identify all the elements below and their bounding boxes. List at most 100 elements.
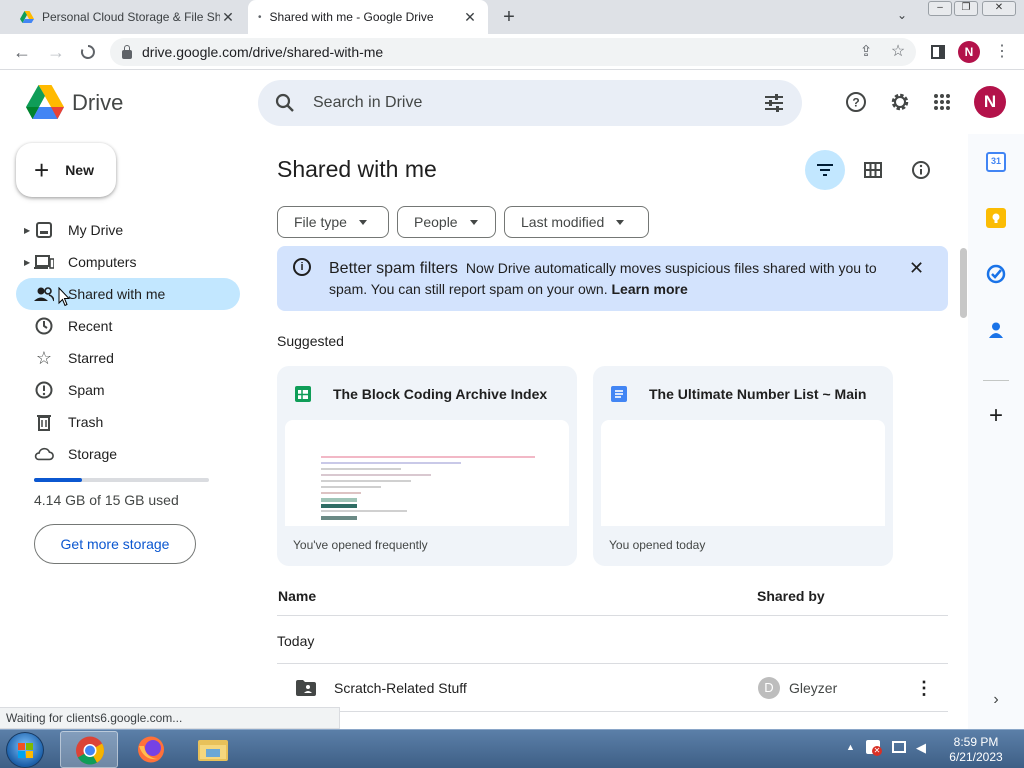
suggested-file-card[interactable]: The Block Coding Archive Index You've op…: [277, 366, 577, 566]
search-input[interactable]: Search in Drive: [313, 94, 422, 112]
filter-lines-icon: [817, 164, 833, 176]
tray-show-hidden-icon[interactable]: ▲: [846, 742, 855, 752]
new-button-label: New: [65, 162, 94, 178]
file-name: Scratch-Related Stuff: [334, 680, 467, 696]
loading-spinner-icon: [80, 45, 95, 59]
side-panel-glyph-icon: [931, 45, 945, 59]
sidebar-item-recent[interactable]: Recent: [16, 310, 240, 342]
sidebar-item-shared-with-me[interactable]: Shared with me: [16, 278, 240, 310]
chip-label: File type: [294, 214, 347, 230]
taskbar-firefox[interactable]: [122, 731, 180, 768]
calendar-icon[interactable]: 31: [986, 152, 1006, 172]
sidebar-item-spam[interactable]: Spam: [16, 374, 240, 406]
search-bar[interactable]: Search in Drive: [258, 80, 802, 126]
side-panel-divider: [983, 380, 1009, 381]
filter-view-button[interactable]: [805, 150, 845, 190]
sidebar-item-starred[interactable]: ☆ Starred: [16, 342, 240, 374]
account-avatar[interactable]: N: [974, 86, 1006, 118]
keep-icon[interactable]: [986, 208, 1006, 228]
action-center-flag-icon[interactable]: ✕: [866, 740, 882, 756]
drive-logo-icon[interactable]: [26, 85, 64, 119]
sidebar-item-label: Shared with me: [68, 286, 166, 302]
tasks-icon[interactable]: [986, 264, 1006, 284]
windows-taskbar: ▲ ✕ ◀: [0, 729, 1024, 768]
get-more-storage-button[interactable]: Get more storage: [34, 524, 196, 564]
taskbar-explorer[interactable]: [184, 731, 242, 768]
sidebar-item-my-drive[interactable]: ▶ My Drive: [16, 214, 240, 246]
browser-profile-avatar[interactable]: N: [958, 41, 980, 63]
more-actions-icon[interactable]: ⋮: [915, 678, 933, 699]
sidebar-item-label: Spam: [68, 382, 105, 398]
clock-time: 8:59 PM: [953, 735, 999, 749]
close-tab-icon[interactable]: ✕: [462, 9, 478, 26]
file-thumbnail: [285, 420, 569, 526]
scrollbar-thumb[interactable]: [960, 248, 967, 318]
name-column-header[interactable]: Name: [278, 588, 316, 604]
more-menu-icon[interactable]: ⋮: [990, 40, 1014, 64]
shared-folder-icon: [296, 680, 316, 696]
sidebar-item-label: Starred: [68, 350, 114, 366]
apps-grid-icon[interactable]: [928, 88, 956, 116]
page-title: Shared with me: [277, 156, 437, 182]
close-tab-icon[interactable]: ✕: [220, 9, 236, 26]
sidebar-item-storage[interactable]: Storage: [16, 438, 240, 470]
chevron-right-icon[interactable]: ›: [986, 690, 1006, 710]
chip-label: People: [414, 214, 458, 230]
restore-button[interactable]: ❐: [954, 1, 978, 16]
details-info-button[interactable]: [901, 150, 941, 190]
sharer-avatar: D: [758, 677, 780, 699]
side-panel-icon[interactable]: [926, 40, 950, 64]
divider: [277, 711, 948, 712]
file-thumbnail: [601, 420, 885, 526]
network-icon[interactable]: [892, 741, 906, 753]
group-heading: Today: [277, 633, 315, 649]
sidebar-item-label: Storage: [68, 446, 118, 462]
firefox-icon: [138, 736, 164, 763]
close-banner-icon[interactable]: ✕: [909, 258, 924, 279]
taskbar-chrome[interactable]: [60, 731, 118, 768]
people-filter-chip[interactable]: People: [397, 206, 496, 238]
expand-caret-icon[interactable]: ▶: [24, 258, 30, 267]
add-addon-plus-icon[interactable]: +: [986, 404, 1006, 428]
new-tab-button[interactable]: +: [498, 6, 520, 29]
search-icon[interactable]: [275, 93, 295, 113]
close-window-button[interactable]: ✕: [982, 1, 1016, 16]
loading-icon: •: [258, 11, 262, 23]
sidebar-item-computers[interactable]: ▶ Computers: [16, 246, 240, 278]
stop-loading-icon[interactable]: [76, 40, 100, 64]
file-type-filter-chip[interactable]: File type: [277, 206, 389, 238]
bookmark-star-icon[interactable]: ☆: [886, 40, 910, 64]
address-bar[interactable]: drive.google.com/drive/shared-with-me: [110, 38, 916, 66]
table-row[interactable]: Scratch-Related Stuff D Gleyzer ⋮: [277, 664, 948, 712]
volume-muted-icon[interactable]: ◀: [916, 740, 926, 756]
drive-favicon-icon: [20, 11, 34, 23]
learn-more-link[interactable]: Learn more: [611, 281, 687, 297]
search-options-icon[interactable]: [764, 93, 784, 113]
new-button[interactable]: + New: [16, 143, 116, 197]
browser-tab-active[interactable]: • Shared with me - Google Drive ✕: [248, 0, 488, 34]
shared-by-name: Gleyzer: [789, 680, 838, 696]
back-arrow-icon[interactable]: ←: [10, 40, 34, 64]
computer-icon: [34, 252, 54, 272]
info-icon: [912, 161, 930, 179]
expand-caret-icon[interactable]: ▶: [24, 226, 30, 235]
browser-tab[interactable]: Personal Cloud Storage & File Sh ✕: [10, 0, 246, 34]
minimize-button[interactable]: –: [928, 1, 952, 16]
spam-filter-banner: i Better spam filters Now Drive automati…: [277, 246, 948, 311]
suggested-file-card[interactable]: The Ultimate Number List ~ Main You open…: [593, 366, 893, 566]
sidebar-item-trash[interactable]: Trash: [16, 406, 240, 438]
contacts-icon[interactable]: [986, 320, 1006, 340]
mouse-cursor-icon: [58, 287, 70, 307]
grid-layout-button[interactable]: [853, 150, 893, 190]
support-icon[interactable]: ?: [842, 88, 870, 116]
start-button[interactable]: [6, 732, 44, 768]
settings-gear-icon[interactable]: [886, 88, 914, 116]
card-reason: You opened today: [609, 538, 706, 552]
forward-arrow-icon[interactable]: →: [44, 40, 68, 64]
share-icon[interactable]: ⇪: [854, 40, 878, 64]
docs-file-icon: [611, 386, 627, 402]
taskbar-clock[interactable]: 8:59 PM 6/21/2023: [940, 735, 1012, 765]
last-modified-filter-chip[interactable]: Last modified: [504, 206, 649, 238]
product-name[interactable]: Drive: [72, 90, 123, 116]
tab-search-chevron-icon[interactable]: ⌄: [897, 8, 907, 22]
